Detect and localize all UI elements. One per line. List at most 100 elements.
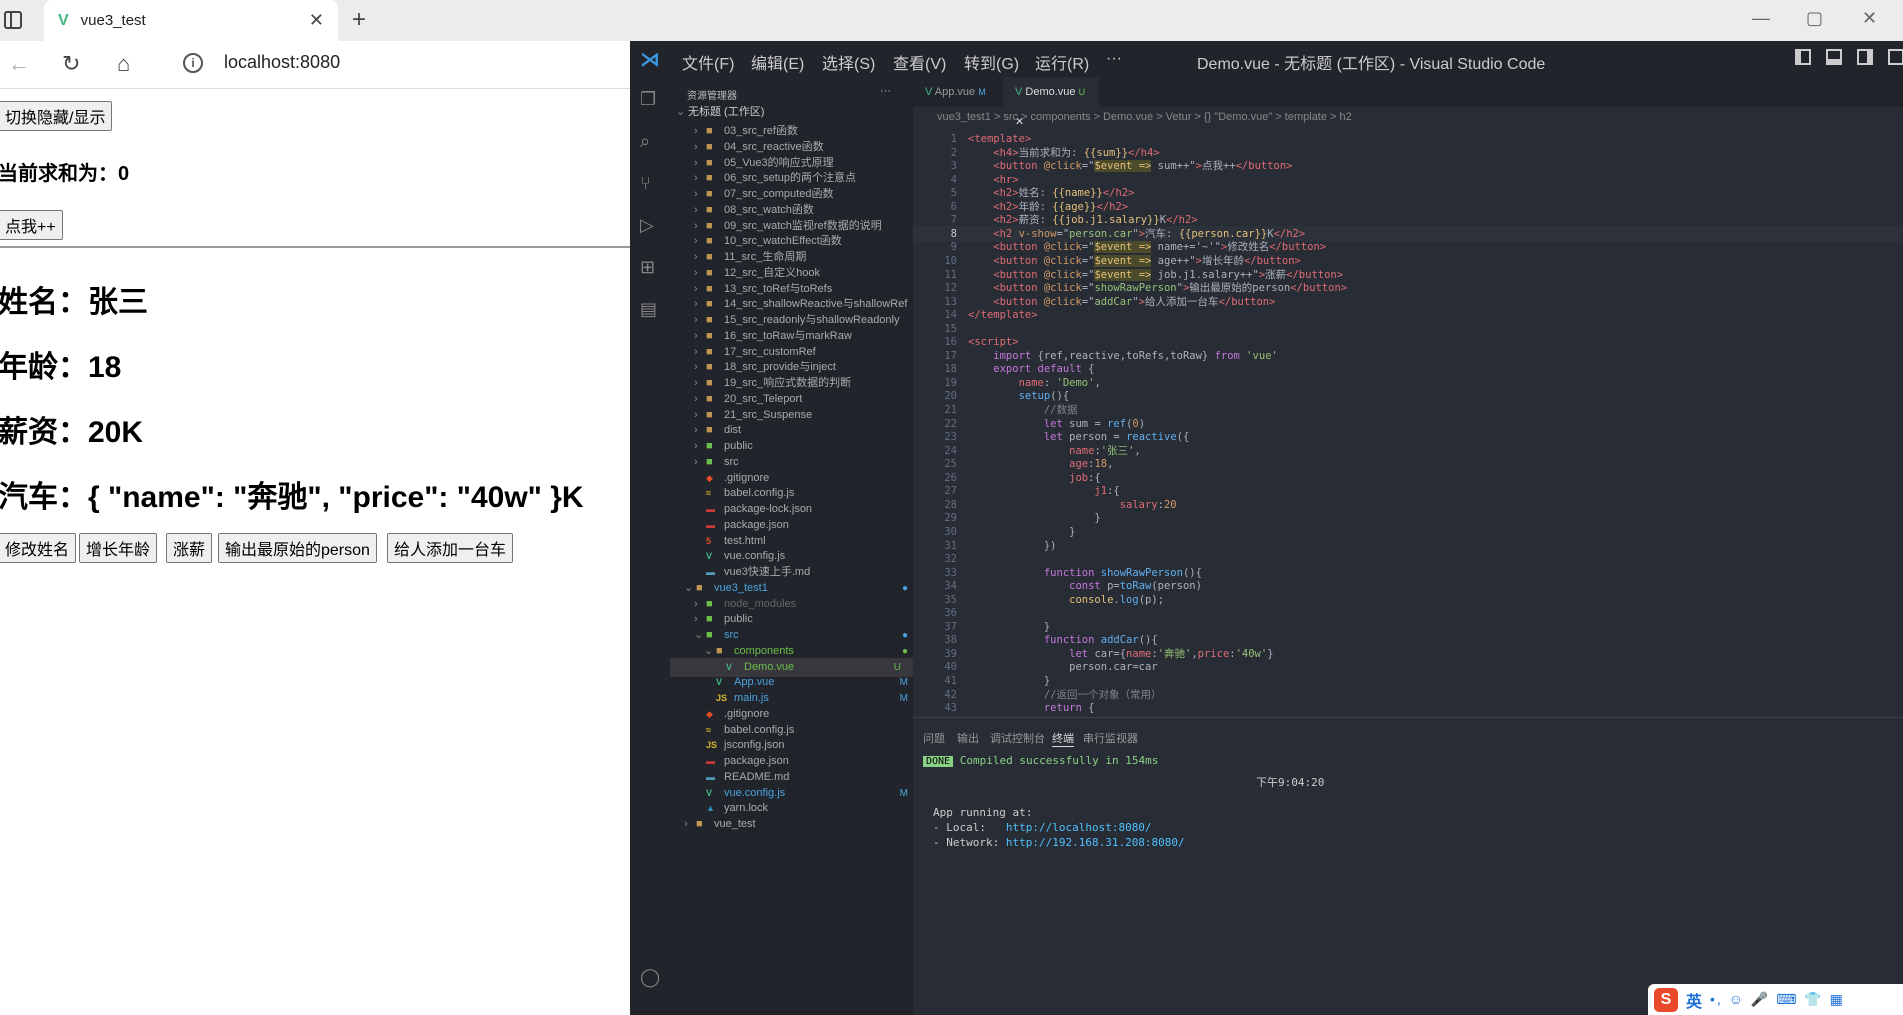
divider [0,246,630,248]
code-token: 当前求和为: [1018,146,1084,159]
toggle-secondary-sidebar-icon[interactable] [1857,49,1873,65]
vue-file-icon: V [1015,86,1023,98]
sum-heading: 当前求和为：0 [0,163,130,185]
code-token: 'vue' [1246,349,1278,362]
customize-layout-icon[interactable] [1888,49,1903,65]
tree-item-label: src [724,629,739,641]
panel-tab-serial-monitor[interactable]: 串行监视器 [1083,730,1138,746]
tab-close-icon[interactable]: ✕ [309,10,324,31]
change-name-button[interactable]: 修改姓名 [0,533,77,563]
menu-view[interactable]: 查看(V) [893,50,946,74]
tab-demo-vue[interactable]: V Demo.vue U ✕ [1003,77,1099,128]
code-token: @click [1043,295,1082,308]
code-token: toRaw [1119,580,1152,593]
new-tab-button[interactable]: + [352,6,366,34]
sogou-logo-icon[interactable]: S [1654,987,1678,1012]
code-token: <h4> [968,146,1019,159]
network-url-link[interactable]: http://192.168.31.208:8080/ [1006,836,1185,849]
address-bar[interactable]: localhost:8080 [224,52,340,73]
tree-item-label: 05_Vue3的响应式原理 [724,156,834,169]
code-token: '40w' [1235,647,1268,660]
explorer-more-icon[interactable]: ··· [880,85,891,97]
tree-item-label: vue3_test1 [714,581,768,594]
tab-label: App.vue [934,86,976,98]
code-token: job.j1.salary++" [1151,268,1259,281]
tree-item-label: 18_src_provide与inject [724,361,836,374]
breadcrumb[interactable]: vue3_test1 > src > components > Demo.vue… [937,111,1352,123]
explorer-sidebar: 资源管理器 ··· ⌄ 无标题 (工作区) › ■ 03_src_ref函数 › ■ 04_… [670,77,913,1015]
ime-language-toggle[interactable]: 英 [1686,988,1702,1012]
remote-explorer-icon[interactable]: ▤ [640,299,660,319]
code-token: </h2> [1102,187,1135,200]
code-token: :{ [1088,471,1101,484]
tree-item-label: 12_src_自定义hook [724,266,820,279]
ime-tool-icons[interactable]: •, ☺ 🎤 ⌨ 👕 ▦ [1710,991,1845,1008]
code-token: @click [1043,241,1082,254]
panel-tab-problems[interactable]: 问题 [923,730,945,746]
panel-tab-debug-console[interactable]: 调试控制台 [990,730,1045,746]
increment-button[interactable]: 点我++ [0,210,63,240]
minimize-button[interactable]: — [1752,8,1770,29]
back-button[interactable]: ← [8,51,30,77]
editor-tabs: V App.vue M V Demo.vue U ✕ [913,77,1903,128]
bottom-panel: 问题 输出 调试控制台 终端 串行监视器 DONE Compiled succe… [913,717,1903,1015]
vscode-window: ⋊ 文件(F) 编辑(E) 选择(S) 查看(V) 转到(G) 运行(R) ··… [630,41,1903,1015]
code-token: { [1088,702,1095,715]
browser-tab[interactable]: V vue3_test ✕ [44,0,338,41]
local-url-link[interactable]: http://localhost:8080/ [1006,821,1152,834]
toggle-sidebar-icon[interactable] [1795,49,1811,65]
code-token: sum = [1069,417,1108,430]
code-token: </button> [1286,268,1344,281]
search-icon[interactable]: ⌕ [640,131,660,151]
code-token: addCar [1100,634,1139,647]
code-token: //数据 [968,404,1078,416]
code-token: <button [968,282,1044,295]
tree-item-label: 03_src_ref函数 [724,125,798,137]
code-token: sum++" [1151,160,1196,173]
code-token: <template> [968,133,1032,145]
terminal-compiled-line: DONE Compiled successfully in 154ms [923,754,1158,767]
raise-salary-button[interactable]: 涨薪 [166,533,213,563]
menu-file[interactable]: 文件(F) [682,50,734,74]
home-button[interactable]: ⌂ [117,51,130,77]
tab-actions-icon[interactable] [4,11,22,29]
code-token: import [968,349,1038,362]
workspace-root[interactable]: ⌄ 无标题 (工作区) [676,103,764,122]
close-window-button[interactable]: ✕ [1862,8,1877,29]
grow-age-button[interactable]: 增长年龄 [79,533,158,563]
show-raw-person-button[interactable]: 输出最原始的person [218,533,377,563]
code-token: 增长年龄 [1201,254,1244,267]
code-token: from [1214,349,1247,362]
explorer-icon[interactable]: ❐ [640,89,660,109]
toggle-visibility-button[interactable]: 切换隐藏/显示 [0,101,113,131]
add-car-button[interactable]: 给人添加一台车 [387,533,514,563]
menu-selection[interactable]: 选择(S) [822,50,875,74]
maximize-button[interactable]: ▢ [1806,8,1823,29]
code-token: =" [1081,254,1095,267]
done-badge: DONE [923,756,954,767]
menu-goto[interactable]: 转到(G) [964,50,1019,74]
code-token: <h2> [968,200,1019,213]
toggle-panel-icon[interactable] [1826,49,1842,65]
code-token: , [1134,444,1141,457]
code-token: </h4> [1128,146,1160,159]
browser-tab-title: vue3_test [80,12,146,29]
reload-button[interactable]: ↻ [62,51,80,77]
extensions-icon[interactable]: ⊞ [640,257,660,277]
code-token: </h2> [1096,200,1129,213]
site-info-icon[interactable]: i [183,53,203,73]
run-debug-icon[interactable]: ▷ [640,215,660,235]
account-icon[interactable]: ◯ [640,967,660,987]
tree-item-label: package.json [724,755,789,767]
menu-more[interactable]: ··· [1106,50,1122,68]
code-token: (p); [1138,593,1164,606]
menu-run[interactable]: 运行(R) [1035,50,1089,74]
tree-item-label: .gitignore [724,707,770,720]
panel-tab-terminal[interactable]: 终端 [1052,730,1074,747]
source-control-icon[interactable]: ⑂ [640,173,660,193]
tab-app-vue[interactable]: V App.vue M [913,77,1003,107]
menu-edit[interactable]: 编辑(E) [751,50,804,74]
code-token: ) [1138,417,1146,430]
panel-tab-output[interactable]: 输出 [957,730,979,746]
tree-item[interactable]: › ■ vue_test [684,815,920,834]
